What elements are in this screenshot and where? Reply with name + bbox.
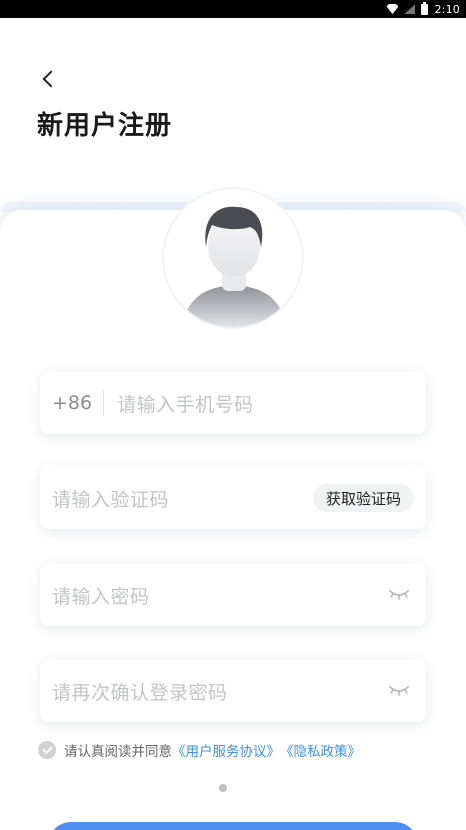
- page-indicator-dot: [219, 784, 227, 792]
- get-code-button[interactable]: 获取验证码: [312, 484, 414, 512]
- password-field[interactable]: 请输入密码: [40, 564, 426, 626]
- phone-input[interactable]: 请输入手机号码: [117, 390, 254, 417]
- chevron-left-icon: [42, 70, 60, 88]
- field-divider: [103, 390, 105, 416]
- page-title: 新用户注册: [37, 111, 173, 141]
- signal-icon: [404, 4, 416, 14]
- country-code[interactable]: +86: [52, 392, 92, 414]
- phone-field[interactable]: +86 请输入手机号码: [40, 372, 426, 434]
- agreement-text: 请认真阅读并同意: [64, 744, 172, 760]
- battery-icon: [421, 1, 429, 15]
- avatar[interactable]: [163, 188, 303, 328]
- agreement-checkbox[interactable]: [38, 741, 56, 759]
- status-bar: 2:10: [0, 0, 466, 18]
- verify-code-input[interactable]: 请输入验证码: [52, 485, 169, 512]
- back-button[interactable]: [34, 64, 64, 94]
- privacy-policy-link[interactable]: 《隐私政策》: [280, 740, 361, 760]
- register-button[interactable]: [48, 822, 418, 830]
- eye-closed-icon[interactable]: [388, 588, 410, 602]
- default-avatar-icon: [164, 189, 302, 327]
- agreement-row: 请认真阅读并同意 《用户服务协议》 《隐私政策》: [38, 740, 361, 760]
- verify-code-field[interactable]: 请输入验证码 获取验证码: [40, 467, 426, 529]
- confirm-password-input[interactable]: 请再次确认登录密码: [52, 678, 228, 705]
- password-input[interactable]: 请输入密码: [52, 582, 150, 609]
- status-time: 2:10: [434, 2, 460, 16]
- eye-closed-icon[interactable]: [388, 684, 410, 698]
- wifi-icon: [386, 4, 399, 14]
- user-agreement-link[interactable]: 《用户服务协议》: [172, 740, 280, 760]
- confirm-password-field[interactable]: 请再次确认登录密码: [40, 660, 426, 722]
